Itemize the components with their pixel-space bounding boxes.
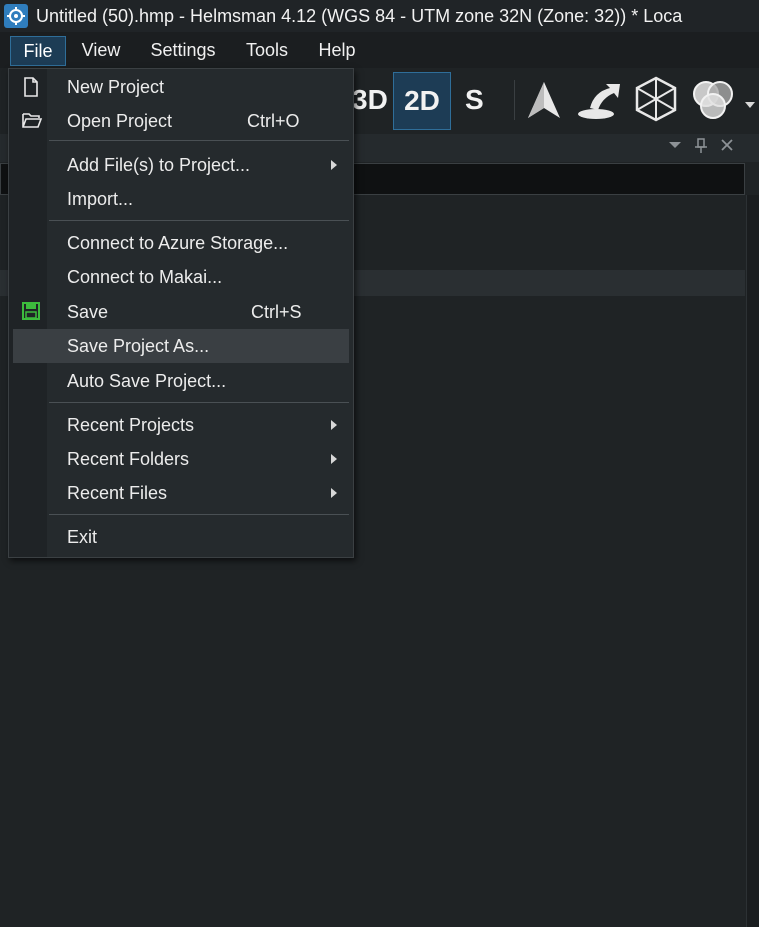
menu-separator: [49, 140, 349, 141]
menu-item-connect-azure[interactable]: Connect to Azure Storage...: [13, 226, 349, 260]
menu-separator: [49, 514, 349, 515]
menu-separator: [49, 402, 349, 403]
view-s-button[interactable]: S: [465, 84, 484, 116]
submenu-arrow-icon: [331, 420, 337, 430]
dropdown-arrow-icon[interactable]: [744, 96, 756, 114]
title-bar: Untitled (50).hmp - Helmsman 4.12 (WGS 8…: [0, 0, 759, 32]
menu-item-recent-files[interactable]: Recent Files: [13, 476, 349, 510]
file-menu-dropdown: New Project Open Project Ctrl+O Add File…: [8, 68, 354, 558]
menu-separator: [49, 220, 349, 221]
menu-item-recent-projects[interactable]: Recent Projects: [13, 408, 349, 442]
open-folder-icon: [21, 110, 43, 135]
menu-item-label: Recent Folders: [67, 449, 190, 469]
menu-item-auto-save[interactable]: Auto Save Project...: [13, 364, 349, 398]
menu-item-label: Open Project: [67, 111, 173, 131]
pin-icon[interactable]: [694, 138, 708, 159]
menu-view[interactable]: View: [74, 36, 128, 64]
close-icon[interactable]: [720, 138, 734, 157]
view-3d-button[interactable]: 3D: [352, 84, 388, 116]
menu-item-connect-makai[interactable]: Connect to Makai...: [13, 260, 349, 294]
submenu-arrow-icon: [331, 160, 337, 170]
menu-item-open-project[interactable]: Open Project Ctrl+O: [13, 104, 349, 138]
menu-bar: File View Settings Tools Help: [0, 32, 759, 68]
save-disk-icon: [21, 301, 41, 326]
menu-item-label: Exit: [67, 527, 98, 547]
menu-item-recent-folders[interactable]: Recent Folders: [13, 442, 349, 476]
menu-item-label: Connect to Azure Storage...: [67, 233, 289, 253]
app-icon[interactable]: [4, 4, 28, 28]
sun-light-icon[interactable]: [576, 78, 624, 127]
menu-item-add-files[interactable]: Add File(s) to Project...: [13, 148, 349, 182]
submenu-arrow-icon: [331, 488, 337, 498]
new-file-icon: [21, 76, 41, 103]
menu-item-exit[interactable]: Exit: [13, 520, 349, 554]
menu-item-label: Add File(s) to Project...: [67, 155, 251, 175]
menu-item-new-project[interactable]: New Project: [13, 70, 349, 104]
view-2d-button[interactable]: 2D: [393, 72, 451, 130]
menu-item-label: Recent Projects: [67, 415, 195, 435]
menu-item-label: Auto Save Project...: [67, 371, 227, 391]
shortcut-label: Ctrl+S: [251, 302, 302, 322]
vertical-scrollbar[interactable]: [746, 195, 759, 927]
panel-menu-icon[interactable]: [668, 138, 682, 157]
menu-help[interactable]: Help: [308, 36, 366, 64]
menu-item-import[interactable]: Import...: [13, 182, 349, 216]
north-arrow-icon[interactable]: [526, 80, 562, 125]
toolbar-separator: [514, 80, 515, 120]
menu-item-save[interactable]: Save Ctrl+S: [13, 295, 349, 329]
menu-tools[interactable]: Tools: [236, 36, 298, 64]
menu-item-label: Connect to Makai...: [67, 267, 223, 287]
menu-item-save-project-as[interactable]: Save Project As...: [13, 329, 349, 363]
menu-file[interactable]: File: [10, 36, 66, 66]
menu-settings[interactable]: Settings: [140, 36, 226, 64]
wireframe-cube-icon[interactable]: [634, 76, 678, 127]
menu-item-label: Import...: [67, 189, 134, 209]
menu-item-label: Recent Files: [67, 483, 168, 503]
menu-item-label: New Project: [67, 77, 165, 97]
shortcut-label: Ctrl+O: [247, 111, 300, 131]
color-blend-icon[interactable]: [690, 78, 736, 127]
menu-item-label: Save: [67, 302, 109, 322]
submenu-arrow-icon: [331, 454, 337, 464]
window-title: Untitled (50).hmp - Helmsman 4.12 (WGS 8…: [36, 6, 683, 26]
menu-item-label: Save Project As...: [67, 336, 210, 356]
